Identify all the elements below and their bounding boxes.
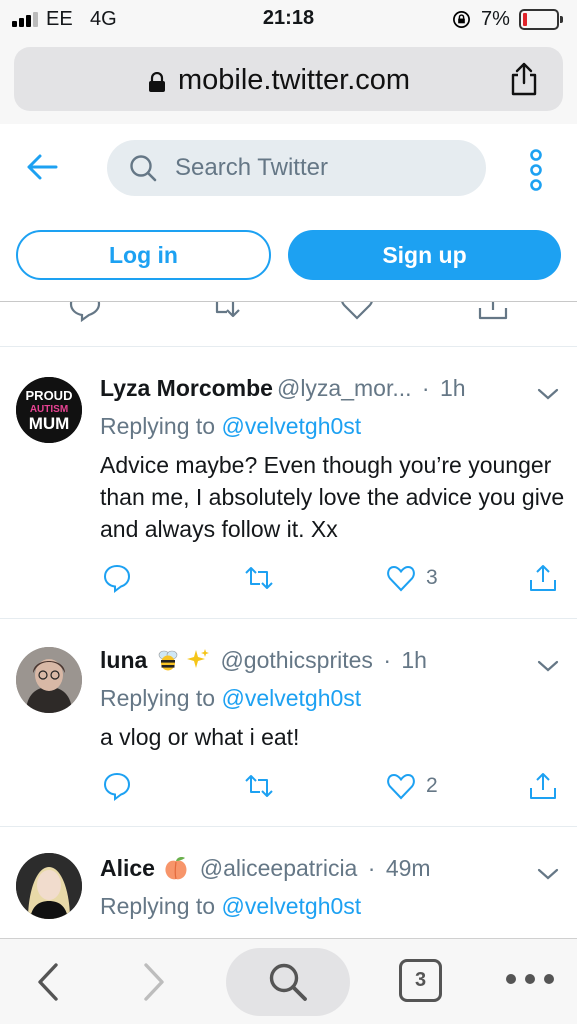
address-bar[interactable]: mobile.twitter.com	[14, 47, 563, 111]
battery-percent: 7%	[481, 8, 510, 30]
browser-back-icon[interactable]	[34, 961, 62, 1003]
tabs-button[interactable]: 3	[399, 959, 442, 1002]
lock-icon	[149, 72, 165, 92]
tweet-header: luna @gothicsprites · 1h	[100, 645, 427, 675]
battery-icon	[519, 9, 563, 30]
display-name[interactable]: luna	[100, 647, 147, 673]
bee-emoji-icon	[158, 650, 177, 671]
retweet-button[interactable]	[244, 769, 274, 803]
share-tweet-icon	[530, 773, 556, 799]
replying-to: Replying to @velvetgh0st	[100, 411, 361, 441]
separator: ·	[367, 855, 376, 881]
username[interactable]: @lyza_mor...	[277, 375, 412, 401]
heart-icon	[387, 565, 415, 592]
mention-link[interactable]: @velvetgh0st	[221, 413, 361, 439]
separator: ·	[421, 375, 430, 401]
retweet-button[interactable]	[244, 561, 274, 595]
share-tweet-icon[interactable]	[476, 302, 510, 322]
replying-to: Replying to @velvetgh0st	[100, 683, 361, 713]
peach-emoji-icon	[165, 857, 187, 880]
retweet-icon	[245, 775, 273, 797]
username[interactable]: @gothicsprites	[220, 647, 372, 673]
mention-link[interactable]: @velvetgh0st	[221, 893, 361, 919]
tweet-item[interactable]: PROUD AUTISM MUM Lyza Morcombe @lyza_mor.…	[0, 347, 577, 619]
browser-forward-icon[interactable]	[140, 961, 168, 1003]
rotation-lock-icon	[453, 11, 470, 28]
browser-search-button[interactable]	[226, 948, 350, 1016]
timestamp[interactable]: 49m	[386, 855, 431, 881]
svg-text:PROUD: PROUD	[26, 388, 73, 403]
retweet-icon[interactable]	[208, 302, 242, 322]
previous-tweet-actions	[0, 302, 577, 347]
heart-icon	[387, 773, 415, 800]
status-bar: EE 4G 21:18 7%	[0, 0, 577, 40]
share-button[interactable]	[528, 769, 558, 803]
display-name[interactable]: Lyza Morcombe	[100, 375, 273, 401]
mention-link[interactable]: @velvetgh0st	[221, 685, 361, 711]
retweet-icon	[245, 567, 273, 589]
reply-button[interactable]	[102, 561, 132, 595]
more-options-icon[interactable]	[526, 148, 546, 192]
replying-to-label: Replying to	[100, 413, 216, 439]
more-menu-icon[interactable]	[505, 972, 555, 986]
back-arrow-icon[interactable]	[24, 151, 60, 183]
display-name[interactable]: Alice	[100, 855, 155, 881]
url-text: mobile.twitter.com	[178, 64, 411, 96]
search-icon	[269, 963, 307, 1001]
tweet-item[interactable]: Alice @aliceepatricia · 49m Replying to …	[0, 827, 577, 938]
timestamp[interactable]: 1h	[440, 375, 466, 401]
tweet-item[interactable]: luna @gothicsprites · 1h Replying to @ve…	[0, 619, 577, 827]
browser-toolbar: 3	[0, 938, 577, 1024]
reply-button[interactable]	[102, 769, 132, 803]
user-photo-avatar	[16, 853, 82, 919]
timestamp[interactable]: 1h	[401, 647, 427, 673]
like-button[interactable]: 3	[386, 561, 438, 595]
separator: ·	[383, 647, 391, 673]
search-input[interactable]	[175, 153, 465, 183]
avatar[interactable]	[16, 853, 82, 919]
chevron-down-icon[interactable]	[536, 866, 560, 882]
share-tweet-icon	[530, 565, 556, 591]
browser-address-area: mobile.twitter.com	[0, 40, 577, 124]
signup-button[interactable]: Sign up	[288, 230, 561, 280]
like-icon[interactable]	[340, 302, 374, 322]
svg-text:MUM: MUM	[29, 414, 70, 433]
sparkles-emoji-icon	[187, 649, 210, 668]
like-count: 2	[426, 774, 438, 797]
tweet-header: Alice @aliceepatricia · 49m	[100, 853, 431, 883]
reply-icon	[103, 772, 131, 801]
avatar[interactable]	[16, 647, 82, 713]
replying-to-label: Replying to	[100, 685, 216, 711]
reply-icon[interactable]	[68, 302, 102, 322]
search-box[interactable]	[107, 140, 486, 196]
search-icon	[130, 155, 157, 182]
proud-autism-mum-avatar: PROUD AUTISM MUM	[16, 377, 82, 443]
like-count: 3	[426, 566, 438, 589]
tweet-header: Lyza Morcombe @lyza_mor... · 1h	[100, 373, 466, 403]
tweet-feed[interactable]: PROUD AUTISM MUM Lyza Morcombe @lyza_mor.…	[0, 302, 577, 938]
tweet-actions: 3	[0, 561, 577, 595]
username[interactable]: @aliceepatricia	[200, 855, 358, 881]
replying-to: Replying to @velvetgh0st	[100, 891, 361, 921]
tweet-actions: 2	[0, 769, 577, 803]
chevron-down-icon[interactable]	[536, 386, 560, 402]
tweet-text: a vlog or what i eat!	[100, 724, 300, 750]
share-icon[interactable]	[508, 61, 540, 97]
replying-to-label: Replying to	[100, 893, 216, 919]
chevron-down-icon[interactable]	[536, 658, 560, 674]
user-photo-avatar	[16, 647, 82, 713]
share-button[interactable]	[528, 561, 558, 595]
login-button[interactable]: Log in	[16, 230, 271, 280]
reply-icon	[103, 564, 131, 593]
avatar[interactable]: PROUD AUTISM MUM	[16, 377, 82, 443]
tweet-text: Advice maybe? Even though you’re younger…	[100, 452, 565, 542]
like-button[interactable]: 2	[386, 769, 438, 803]
twitter-header: Log in Sign up	[0, 124, 577, 302]
